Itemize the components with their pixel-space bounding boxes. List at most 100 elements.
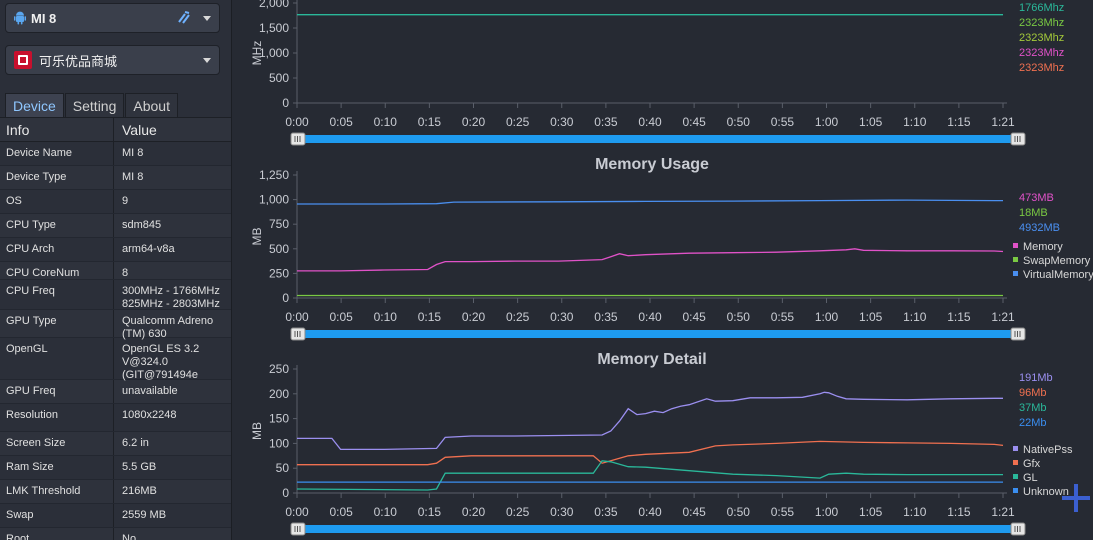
current-value-label: 37Mb: [1019, 402, 1047, 414]
y-tick-label: 0: [282, 486, 289, 500]
x-tick-label: 0:35: [594, 505, 618, 519]
app-logo-icon: [14, 51, 32, 69]
y-tick-label: 250: [269, 266, 289, 280]
table-header: Info Value: [0, 117, 231, 142]
y-tick-label: 2,000: [259, 0, 289, 10]
table-row[interactable]: GPU Freq unavailable: [0, 380, 231, 404]
series-line: [297, 440, 1004, 466]
table-row[interactable]: Swap 2559 MB: [0, 504, 231, 528]
x-tick-label: 0:20: [462, 505, 486, 519]
table-row[interactable]: OpenGL OpenGL ES 3.2 V@324.0 (GIT@791494e: [0, 338, 231, 381]
x-tick-label: 1:10: [903, 115, 927, 129]
current-value-label: 2323Mhz: [1019, 17, 1064, 29]
row-key: Root: [0, 528, 114, 540]
chevron-down-icon: [203, 16, 211, 21]
x-tick-label: 0:50: [727, 505, 751, 519]
table-row[interactable]: CPU Type sdm845: [0, 214, 231, 238]
legend-label: VirtualMemory: [1023, 269, 1093, 281]
table-row[interactable]: OS 9: [0, 190, 231, 214]
time-range-bar[interactable]: [299, 525, 1011, 533]
y-tick-label: 50: [276, 461, 290, 475]
table-row[interactable]: Resolution 1080x2248: [0, 404, 231, 432]
android-icon: [14, 11, 26, 25]
legend-swatch: [1013, 488, 1018, 493]
row-key: OpenGL: [0, 338, 114, 379]
row-value: 1080x2248: [122, 409, 177, 421]
y-tick-label: 1,000: [259, 193, 289, 207]
x-tick-label: 0:25: [506, 310, 530, 324]
x-tick-label: 0:15: [418, 505, 442, 519]
table-row[interactable]: CPU CoreNum 8: [0, 262, 231, 280]
table-row[interactable]: LMK Threshold 216MB: [0, 480, 231, 504]
x-tick-label: 0:50: [727, 115, 751, 129]
row-value: 216MB: [122, 485, 157, 497]
row-value: arm64-v8a: [122, 243, 175, 255]
row-key: Device Name: [0, 142, 114, 165]
x-tick-label: 1:00: [815, 115, 839, 129]
x-tick-label: 1:05: [859, 505, 883, 519]
row-value: OpenGL ES 3.2 V@324.0 (GIT@791494e: [122, 343, 200, 381]
x-tick-label: 0:05: [329, 505, 353, 519]
row-value: 8: [122, 267, 129, 279]
tab-about[interactable]: About: [125, 93, 178, 117]
current-value-label: 1766Mhz: [1019, 2, 1064, 14]
x-tick-label: 0:00: [285, 115, 309, 129]
legend-label: Memory: [1023, 241, 1063, 253]
y-tick-label: 500: [269, 242, 289, 256]
table-row[interactable]: Device Type MI 8: [0, 166, 231, 190]
column-header-info[interactable]: Info: [0, 118, 114, 141]
x-tick-label: 1:15: [947, 505, 971, 519]
x-tick-label: 0:35: [594, 115, 618, 129]
table-row[interactable]: GPU Type Qualcomm Adreno (TM) 630: [0, 310, 231, 340]
x-tick-label: 1:21: [991, 310, 1015, 324]
tab-device[interactable]: Device: [5, 93, 64, 117]
y-axis-label: MHz: [250, 41, 264, 66]
x-tick-label: 0:10: [374, 505, 398, 519]
x-tick-label: 1:05: [859, 310, 883, 324]
add-marker-icon[interactable]: [1062, 484, 1090, 512]
x-tick-label: 0:15: [418, 115, 442, 129]
tab-setting[interactable]: Setting: [64, 93, 125, 117]
y-tick-label: 0: [282, 96, 289, 110]
row-key: GPU Type: [0, 310, 114, 337]
table-row[interactable]: Root No: [0, 528, 231, 540]
time-range-bar[interactable]: [299, 330, 1011, 338]
x-tick-label: 1:10: [903, 310, 927, 324]
table-row[interactable]: Ram Size 5.5 GB: [0, 456, 231, 480]
table-row[interactable]: CPU Freq 300MHz - 1766MHz 825MHz - 2803MH…: [0, 280, 231, 310]
x-tick-label: 0:10: [374, 115, 398, 129]
table-row[interactable]: CPU Arch arm64-v8a: [0, 238, 231, 262]
x-tick-label: 0:15: [418, 310, 442, 324]
y-tick-label: 100: [269, 436, 289, 450]
row-key: Resolution: [0, 404, 114, 431]
column-header-value[interactable]: Value: [114, 118, 231, 141]
time-range-bar[interactable]: [299, 135, 1011, 143]
current-value-label: 2323Mhz: [1019, 62, 1064, 74]
x-tick-label: 0:40: [638, 310, 662, 324]
row-key: OS: [0, 190, 114, 213]
y-tick-label: 150: [269, 412, 289, 426]
table-row[interactable]: Device Name MI 8: [0, 142, 231, 166]
y-tick-label: 0: [282, 291, 289, 305]
y-tick-label: 200: [269, 387, 289, 401]
x-tick-label: 0:35: [594, 310, 618, 324]
app-select[interactable]: 可乐优品商城: [5, 45, 220, 75]
chart-title: Memory Usage: [595, 156, 709, 173]
current-value-label: 4932MB: [1019, 222, 1060, 234]
row-value: MI 8: [122, 171, 144, 183]
x-tick-label: 0:55: [771, 505, 795, 519]
row-key: CPU CoreNum: [0, 262, 114, 279]
x-tick-label: 1:15: [947, 115, 971, 129]
x-tick-label: 1:10: [903, 505, 927, 519]
x-tick-label: 0:45: [682, 115, 706, 129]
table-row[interactable]: Screen Size 6.2 in: [0, 432, 231, 456]
device-panel: MI 8 可乐优品商城 Device Setting About Info Va…: [0, 0, 232, 540]
y-tick-label: 250: [269, 362, 289, 376]
x-tick-label: 1:05: [859, 115, 883, 129]
usb-link-icon: [178, 11, 190, 24]
row-key: Device Type: [0, 166, 114, 189]
y-tick-label: 500: [269, 71, 289, 85]
current-value-label: 22Mb: [1019, 417, 1047, 429]
row-key: CPU Type: [0, 214, 114, 237]
device-select[interactable]: MI 8: [5, 3, 220, 33]
